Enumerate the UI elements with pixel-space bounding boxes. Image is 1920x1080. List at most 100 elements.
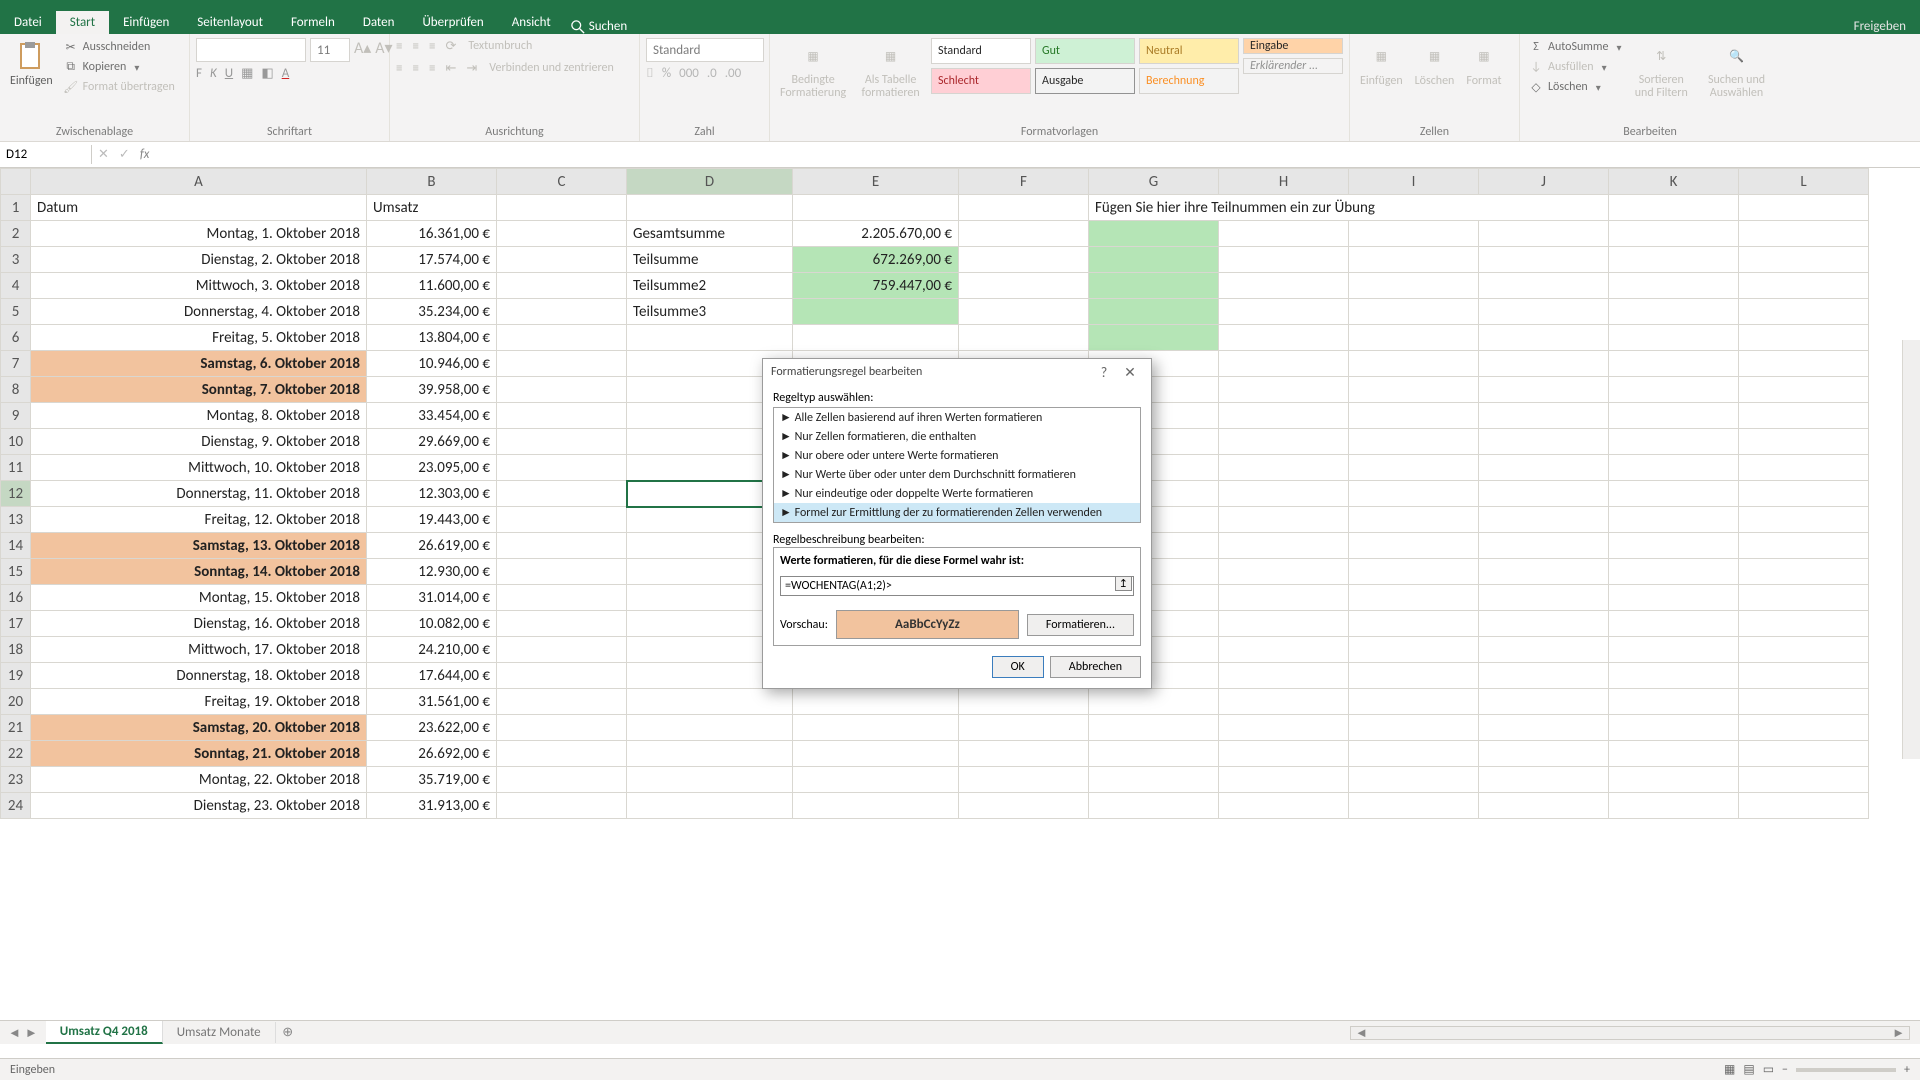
rule-option[interactable]: ► Nur Werte über oder unter dem Durchsch… (774, 465, 1140, 484)
cell-A19[interactable]: Donnerstag, 18. Oktober 2018 (31, 663, 367, 689)
row-6[interactable]: 6 (1, 325, 31, 351)
add-sheet-button[interactable]: ⊕ (276, 1025, 300, 1040)
number-format-combo[interactable]: Standard (646, 38, 764, 62)
ok-button[interactable]: OK (992, 656, 1044, 678)
row-23[interactable]: 23 (1, 767, 31, 793)
cell-E3[interactable]: 672.269,00 € (793, 247, 959, 273)
cell-A24[interactable]: Dienstag, 23. Oktober 2018 (31, 793, 367, 819)
tab-ueberpruefen[interactable]: Überprüfen (408, 11, 497, 34)
autosum-button[interactable]: ΣAutoSumme▾ (1526, 38, 1623, 56)
cancel-button[interactable]: Abbrechen (1050, 656, 1141, 678)
wrap-text-button[interactable]: Textumbruch (466, 38, 534, 54)
cell-A18[interactable]: Mittwoch, 17. Oktober 2018 (31, 637, 367, 663)
cell-B20[interactable]: 31.561,00 € (367, 689, 497, 715)
align-center-icon[interactable]: ≡ (412, 61, 418, 76)
col-A[interactable]: A (31, 169, 367, 195)
cell-G1[interactable]: Fügen Sie hier ihre Teilnummen ein zur Ü… (1089, 195, 1609, 221)
cell-E24[interactable] (793, 793, 959, 819)
cell-A7[interactable]: Samstag, 6. Oktober 2018 (31, 351, 367, 377)
cell-D21[interactable] (627, 715, 793, 741)
style-berechnung[interactable]: Berechnung (1139, 68, 1239, 94)
row-24[interactable]: 24 (1, 793, 31, 819)
cell-A2[interactable]: Montag, 1. Oktober 2018 (31, 221, 367, 247)
cell-A21[interactable]: Samstag, 20. Oktober 2018 (31, 715, 367, 741)
row-14[interactable]: 14 (1, 533, 31, 559)
clear-button[interactable]: ◇Löschen▾ (1526, 78, 1623, 96)
sheet-nav-next-icon[interactable]: ► (25, 1025, 38, 1041)
style-erklaerender[interactable]: Erklärender ... (1243, 58, 1343, 74)
cell-B12[interactable]: 12.303,00 € (367, 481, 497, 507)
cell-B8[interactable]: 39.958,00 € (367, 377, 497, 403)
cell-A23[interactable]: Montag, 22. Oktober 2018 (31, 767, 367, 793)
cell-B16[interactable]: 31.014,00 € (367, 585, 497, 611)
cell-D5[interactable]: Teilsumme3 (627, 299, 793, 325)
cell-D24[interactable] (627, 793, 793, 819)
cell-E20[interactable] (793, 689, 959, 715)
range-picker-icon[interactable]: ↥ (1115, 576, 1132, 591)
dialog-help-button[interactable]: ? (1091, 364, 1117, 381)
col-L[interactable]: L (1739, 169, 1869, 195)
style-gut[interactable]: Gut (1035, 38, 1135, 64)
format-painter-button[interactable]: 🖌Format übertragen (61, 78, 177, 96)
rule-option-selected[interactable]: ► Formel zur Ermittlung der zu formatier… (774, 503, 1140, 522)
col-K[interactable]: K (1609, 169, 1739, 195)
cell-A6[interactable]: Freitag, 5. Oktober 2018 (31, 325, 367, 351)
cell-B11[interactable]: 23.095,00 € (367, 455, 497, 481)
cell-E6[interactable] (793, 325, 959, 351)
indent-inc-icon[interactable]: ⇥ (466, 61, 477, 76)
find-select-button[interactable]: 🔍Suchen und Auswählen (1699, 38, 1774, 102)
merge-center-button[interactable]: Verbinden und zentrieren (487, 60, 616, 76)
sort-filter-button[interactable]: ⇅Sortieren und Filtern (1627, 38, 1695, 102)
cell-D6[interactable] (627, 325, 793, 351)
border-button[interactable]: ▦ (241, 66, 253, 81)
fx-icon[interactable]: fx (140, 147, 150, 162)
sheet-tab-active[interactable]: Umsatz Q4 2018 (46, 1021, 163, 1044)
format-cells-button[interactable]: ▦Format (1462, 38, 1505, 90)
copy-button[interactable]: ⧉Kopieren▾ (61, 58, 177, 76)
style-ausgabe[interactable]: Ausgabe (1035, 68, 1135, 94)
view-normal-icon[interactable]: ▦ (1724, 1062, 1735, 1077)
select-all-corner[interactable] (1, 169, 31, 195)
row-11[interactable]: 11 (1, 455, 31, 481)
cell-B6[interactable]: 13.804,00 € (367, 325, 497, 351)
cell-B1[interactable]: Umsatz (367, 195, 497, 221)
rule-option[interactable]: ► Nur obere oder untere Werte formatiere… (774, 446, 1140, 465)
col-D[interactable]: D (627, 169, 793, 195)
align-top-icon[interactable]: ≡ (396, 39, 402, 54)
row-20[interactable]: 20 (1, 689, 31, 715)
col-C[interactable]: C (497, 169, 627, 195)
italic-button[interactable]: K (210, 66, 217, 81)
tab-formeln[interactable]: Formeln (277, 11, 349, 34)
cell-A4[interactable]: Mittwoch, 3. Oktober 2018 (31, 273, 367, 299)
accept-formula-icon[interactable]: ✓ (119, 147, 130, 162)
style-schlecht[interactable]: Schlecht (931, 68, 1031, 94)
cell-B10[interactable]: 29.669,00 € (367, 429, 497, 455)
cell-A13[interactable]: Freitag, 12. Oktober 2018 (31, 507, 367, 533)
cell-E22[interactable] (793, 741, 959, 767)
cell-E5[interactable] (793, 299, 959, 325)
name-box[interactable]: D12 (0, 145, 92, 164)
cell-D4[interactable]: Teilsumme2 (627, 273, 793, 299)
font-size-combo[interactable]: 11 (310, 38, 350, 62)
paste-button[interactable]: Einfügen (6, 38, 57, 90)
style-standard[interactable]: Standard (931, 38, 1031, 64)
cell-A10[interactable]: Dienstag, 9. Oktober 2018 (31, 429, 367, 455)
row-18[interactable]: 18 (1, 637, 31, 663)
row-16[interactable]: 16 (1, 585, 31, 611)
cell-A5[interactable]: Donnerstag, 4. Oktober 2018 (31, 299, 367, 325)
col-E[interactable]: E (793, 169, 959, 195)
cut-button[interactable]: ✂Ausschneiden (61, 38, 177, 56)
tab-einfuegen[interactable]: Einfügen (109, 11, 183, 34)
cell-A11[interactable]: Mittwoch, 10. Oktober 2018 (31, 455, 367, 481)
currency-icon[interactable]: ⌷ (646, 66, 654, 81)
ruletype-list[interactable]: ► Alle Zellen basierend auf ihren Werten… (773, 407, 1141, 523)
col-H[interactable]: H (1219, 169, 1349, 195)
col-G[interactable]: G (1089, 169, 1219, 195)
cell-B7[interactable]: 10.946,00 € (367, 351, 497, 377)
tab-start[interactable]: Start (56, 11, 109, 34)
cell-B14[interactable]: 26.619,00 € (367, 533, 497, 559)
cell-A17[interactable]: Dienstag, 16. Oktober 2018 (31, 611, 367, 637)
dec-dec-icon[interactable]: .00 (725, 66, 741, 81)
fill-button[interactable]: ↓Ausfüllen▾ (1526, 58, 1623, 76)
row-22[interactable]: 22 (1, 741, 31, 767)
